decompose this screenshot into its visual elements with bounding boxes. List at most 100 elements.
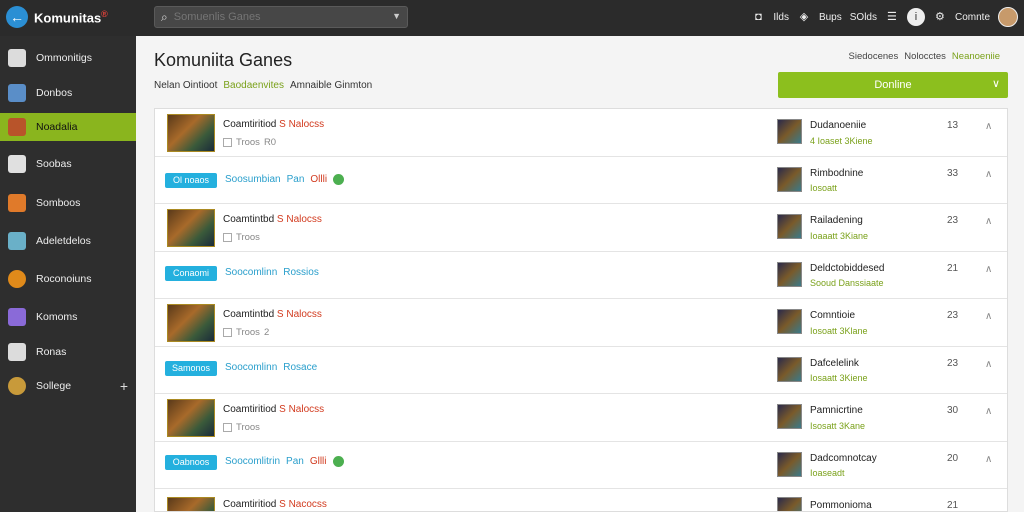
list-item[interactable]: Ol noaos Soosumbian Pan Ollli Rimbodnine I… [155, 157, 1007, 204]
chevron-up-icon[interactable]: ∧ [985, 454, 992, 465]
player-avatar[interactable] [777, 404, 802, 429]
reply-count: 23 [947, 310, 959, 321]
game-thumbnail[interactable] [167, 304, 215, 342]
chevron-down-icon[interactable]: ▼ [392, 11, 401, 21]
player-name[interactable]: Dudanoeniie [810, 120, 866, 131]
sidebar-item-9[interactable]: Sollege + [0, 372, 136, 400]
settings-icon[interactable]: ⚙ [933, 10, 947, 24]
list-item[interactable]: Coamtintbd S Nalocss Troos Railadening I… [155, 204, 1007, 252]
page-title: Komuniita Ganes [154, 50, 293, 70]
sidebar-item-6[interactable]: Roconoiuns [0, 265, 136, 293]
list-item[interactable]: Coamtiritiod S Nalocss Troos Pamnicrtine… [155, 394, 1007, 442]
online-dropdown[interactable]: Donline ∨ [778, 72, 1008, 98]
top-item-3[interactable]: SOlds [850, 12, 877, 23]
filter-1[interactable]: Siedocenes [849, 51, 899, 62]
player-avatar[interactable] [777, 262, 802, 287]
gamepad-icon[interactable]: ◈ [797, 10, 811, 24]
sidebar-item-1[interactable]: Donbos [0, 79, 136, 107]
player-avatar[interactable] [777, 167, 802, 192]
menu-icon[interactable]: ☰ [885, 10, 899, 24]
list-item[interactable]: Conaomi Soocomlinn Rossios Deldctobiddese… [155, 252, 1007, 299]
list-item[interactable]: Oabnoos Soocomlitrin Pan Gllli Dadcomnotca… [155, 442, 1007, 489]
add-icon[interactable]: + [120, 378, 128, 394]
top-item-1[interactable]: Ilds [773, 12, 789, 23]
user-name[interactable]: Comnte [955, 12, 990, 23]
app-logo[interactable]: ← Komunitas® [6, 6, 108, 28]
sidebar-item-7[interactable]: Komoms [0, 303, 136, 331]
row-meta: Troos [236, 137, 260, 148]
row-text2: Pan [286, 456, 304, 467]
row-meta2: 2 [263, 327, 270, 338]
player-avatar[interactable] [777, 309, 802, 334]
row-text2: Rosace [283, 362, 318, 373]
reply-count: 13 [947, 120, 959, 131]
row-checkbox[interactable] [223, 328, 232, 337]
player-name[interactable]: Dadcomnotcay [810, 453, 877, 464]
player-status: Sooud Danssiaate [810, 278, 884, 288]
sidebar-item-0[interactable]: Ommonitigs [0, 44, 136, 72]
chevron-up-icon[interactable]: ∧ [985, 406, 992, 417]
search-input[interactable] [173, 11, 374, 23]
sidebar-item-2[interactable]: Noadalia [0, 113, 136, 141]
online-icon [333, 174, 345, 185]
subtitle-1: Nelan Ointioot [154, 80, 218, 91]
chevron-up-icon[interactable]: ∧ [985, 311, 992, 322]
list-item[interactable]: Coamtiritiod S Nacocss Pommonioma 21 [155, 489, 1007, 511]
player-name[interactable]: Railadening [810, 215, 863, 226]
sidebar-item-8[interactable]: Ronas [0, 338, 136, 366]
player-name[interactable]: Comntioie [810, 310, 855, 321]
player-name[interactable]: Pamnicrtine [810, 405, 863, 416]
row-tag: S Nalocss [276, 309, 322, 320]
home-icon [8, 49, 26, 67]
player-name[interactable]: Pommonioma [810, 500, 872, 511]
row-text[interactable]: Soosumbian [225, 174, 281, 185]
row-text2: Pan [286, 174, 305, 185]
player-avatar[interactable] [777, 452, 802, 477]
notification-icon[interactable]: ◘ [751, 10, 765, 24]
game-thumbnail[interactable] [167, 209, 215, 247]
player-name[interactable]: Rimbodnine [810, 168, 863, 179]
chevron-up-icon[interactable]: ∧ [985, 264, 992, 275]
player-avatar[interactable] [777, 214, 802, 239]
chevron-up-icon[interactable]: ∧ [985, 169, 992, 180]
top-item-2[interactable]: Bups [819, 12, 842, 23]
player-name[interactable]: Dafcelelink [810, 358, 859, 369]
filter-2[interactable]: Nolocctes [904, 51, 946, 62]
row-text[interactable]: Soocomlitrin [225, 456, 280, 467]
status-badge[interactable]: Oabnoos [165, 455, 217, 470]
sidebar-item-5[interactable]: Adeletdelos [0, 227, 136, 255]
row-meta: Troos [236, 422, 260, 433]
status-badge[interactable]: Conaomi [165, 266, 217, 281]
game-thumbnail[interactable] [167, 497, 215, 511]
avatar[interactable] [998, 7, 1018, 27]
row-checkbox[interactable] [223, 138, 232, 147]
list-item[interactable]: Coamtiritiod S Nalocss Troos R0 Dudanoeni… [155, 109, 1007, 157]
list-item[interactable]: Samonos Soocomlinn Rosace Dafcelelink Ios… [155, 347, 1007, 394]
chevron-up-icon[interactable]: ∧ [985, 359, 992, 370]
player-status: Ioaseadt [810, 468, 845, 478]
player-avatar[interactable] [777, 497, 802, 511]
subtitle-link[interactable]: Baodaenvites [223, 80, 284, 91]
chevron-up-icon[interactable]: ∧ [985, 216, 992, 227]
row-checkbox[interactable] [223, 423, 232, 432]
chevron-up-icon[interactable]: ∧ [985, 121, 992, 132]
search-box[interactable]: ⌕ ▼ [154, 6, 408, 28]
row-text[interactable]: Soocomlinn [225, 267, 277, 278]
status-badge[interactable]: Samonos [165, 361, 217, 376]
list-item[interactable]: Coamtintbd S Nalocss Troos 2 Comntioie Io… [155, 299, 1007, 347]
help-icon[interactable]: i [906, 8, 925, 26]
player-status: Ioaaatt 3Kiane [810, 231, 869, 241]
game-thumbnail[interactable] [167, 399, 215, 437]
game-thumbnail[interactable] [167, 114, 215, 152]
row-text[interactable]: Soocomlinn [225, 362, 277, 373]
filter-3[interactable]: Neanoeniie [952, 51, 1000, 62]
player-avatar[interactable] [777, 357, 802, 382]
top-right-actions: ◘ Ilds ◈ Bups SOlds ☰ i ⚙ Comnte [751, 6, 1018, 28]
player-name[interactable]: Deldctobiddesed [810, 263, 885, 274]
player-avatar[interactable] [777, 119, 802, 144]
back-arrow-icon[interactable]: ← [6, 6, 28, 28]
status-badge[interactable]: Ol noaos [165, 173, 217, 188]
row-checkbox[interactable] [223, 233, 232, 242]
sidebar-item-3[interactable]: Soobas [0, 150, 136, 178]
sidebar-item-4[interactable]: Somboos [0, 189, 136, 217]
